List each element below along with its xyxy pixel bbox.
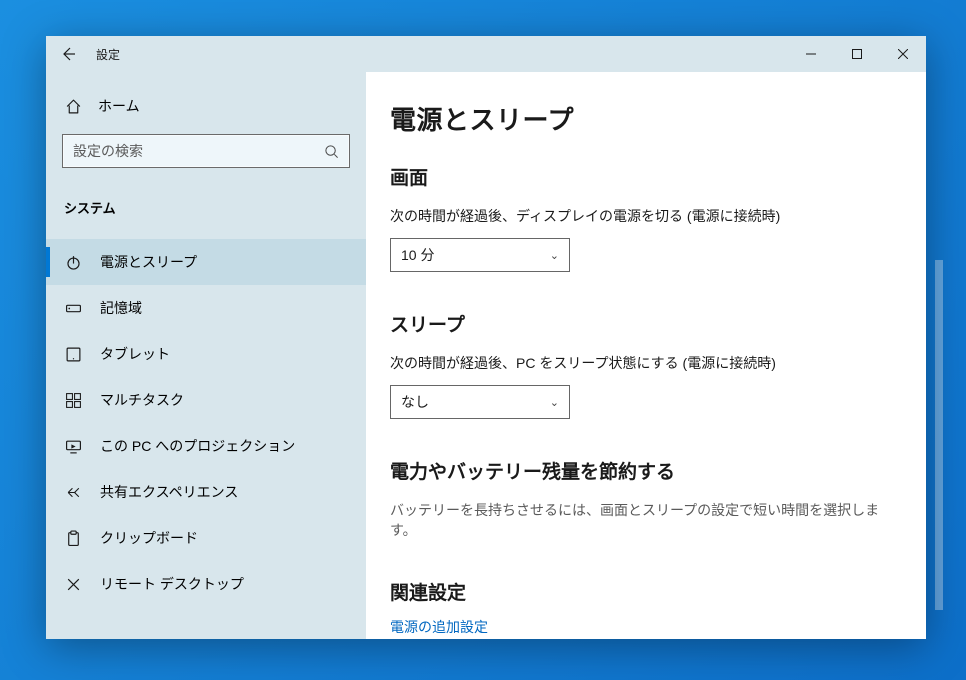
titlebar: 設定 (46, 36, 926, 72)
home-button[interactable]: ホーム (62, 90, 350, 134)
maximize-button[interactable] (834, 36, 880, 72)
section-sleep-title: スリープ (390, 310, 902, 337)
sidebar-item-label: 電源とスリープ (100, 252, 197, 272)
page-title: 電源とスリープ (390, 100, 902, 137)
sidebar-item-projection[interactable]: この PC へのプロジェクション (46, 423, 366, 469)
category-label: システム (62, 192, 350, 239)
sleep-label: 次の時間が経過後、PC をスリープ状態にする (電源に接続時) (390, 353, 902, 373)
search-icon (324, 144, 339, 159)
section-save-title: 電力やバッテリー残量を節約する (390, 457, 902, 484)
sidebar-item-storage[interactable]: 記憶域 (46, 285, 366, 331)
multitask-icon (64, 391, 82, 409)
chevron-down-icon: ⌄ (550, 249, 559, 262)
sidebar-item-label: クリップボード (100, 528, 198, 548)
sidebar-item-power-sleep[interactable]: 電源とスリープ (46, 239, 366, 285)
sidebar-item-label: リモート デスクトップ (100, 574, 244, 594)
sleep-value: なし (401, 392, 429, 412)
sidebar-item-remote-desktop[interactable]: リモート デスクトップ (46, 561, 366, 607)
storage-icon (64, 299, 82, 317)
tablet-icon (64, 345, 82, 363)
sidebar-item-label: タブレット (100, 344, 170, 364)
clipboard-icon (64, 529, 82, 547)
close-button[interactable] (880, 36, 926, 72)
section-related-title: 関連設定 (390, 578, 902, 605)
search-box[interactable] (62, 134, 350, 168)
maximize-icon (852, 49, 862, 59)
save-description: バッテリーを長持ちさせるには、画面とスリープの設定で短い時間を選択します。 (390, 500, 902, 540)
chevron-down-icon: ⌄ (550, 396, 559, 409)
screen-off-label: 次の時間が経過後、ディスプレイの電源を切る (電源に接続時) (390, 206, 902, 226)
sidebar-item-tablet[interactable]: タブレット (46, 331, 366, 377)
sidebar-item-shared-experiences[interactable]: 共有エクスペリエンス (46, 469, 366, 515)
nav-list: 電源とスリープ 記憶域 タブレット (46, 239, 366, 607)
settings-window: 設定 ホーム (46, 36, 926, 639)
additional-power-settings-link[interactable]: 電源の追加設定 (390, 617, 902, 637)
app-title: 設定 (96, 46, 120, 63)
power-icon (64, 253, 82, 271)
home-label: ホーム (98, 96, 140, 116)
window-controls (788, 36, 926, 72)
sidebar-item-label: 共有エクスペリエンス (100, 482, 238, 502)
projection-icon (64, 437, 82, 455)
minimize-icon (806, 49, 816, 59)
sidebar: ホーム システム 電源とスリープ (46, 72, 366, 639)
shared-experiences-icon (64, 483, 82, 501)
screen-off-dropdown[interactable]: 10 分 ⌄ (390, 238, 570, 272)
content-area: 電源とスリープ 画面 次の時間が経過後、ディスプレイの電源を切る (電源に接続時… (366, 72, 926, 639)
screen-off-value: 10 分 (401, 245, 434, 265)
remote-desktop-icon (64, 575, 82, 593)
minimize-button[interactable] (788, 36, 834, 72)
section-screen-title: 画面 (390, 163, 902, 190)
arrow-left-icon (60, 46, 76, 62)
sidebar-item-label: この PC へのプロジェクション (100, 436, 295, 456)
back-button[interactable] (46, 36, 90, 72)
sidebar-item-multitask[interactable]: マルチタスク (46, 377, 366, 423)
sidebar-item-clipboard[interactable]: クリップボード (46, 515, 366, 561)
sleep-dropdown[interactable]: なし ⌄ (390, 385, 570, 419)
sidebar-item-label: マルチタスク (100, 390, 184, 410)
home-icon (64, 97, 82, 115)
search-input[interactable] (73, 143, 324, 159)
sidebar-item-label: 記憶域 (100, 298, 142, 318)
close-icon (898, 49, 908, 59)
